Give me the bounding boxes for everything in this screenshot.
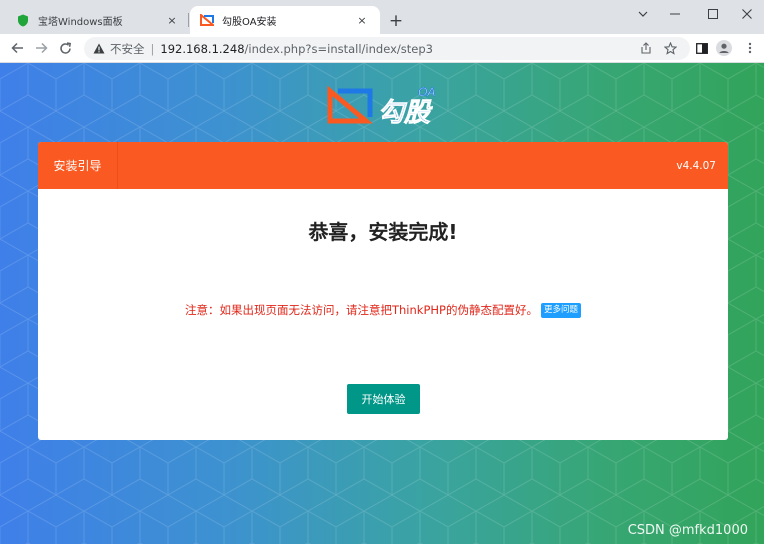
- close-window-icon[interactable]: [728, 0, 764, 28]
- gougu-logo: OA 勾股: [326, 83, 446, 128]
- warning-icon[interactable]: [92, 42, 106, 56]
- version-label: v4.4.07: [676, 159, 716, 172]
- new-tab-button[interactable]: +: [386, 11, 406, 31]
- more-questions-link[interactable]: 更多问题: [540, 302, 581, 318]
- start-experience-button[interactable]: 开始体验: [347, 384, 420, 414]
- more-menu-icon[interactable]: [740, 38, 760, 58]
- logo-badge: OA: [418, 85, 435, 99]
- address-divider: |: [150, 41, 155, 56]
- logo-name: 勾股: [378, 98, 433, 125]
- notice-row: 注意：如果出现页面无法访问，请注意把ThinkPHP的伪静态配置好。 更多问题: [38, 302, 728, 318]
- bookmark-star-icon[interactable]: [660, 38, 680, 58]
- back-arrow-icon[interactable]: [6, 37, 28, 59]
- tab-gougu-install[interactable]: 勾股OA安装 ×: [190, 6, 380, 34]
- csdn-watermark: CSDN @mfkd1000: [627, 523, 748, 538]
- success-title: 恭喜，安装完成!: [308, 220, 458, 244]
- gougu-logo-icon: [200, 13, 214, 27]
- tab-title: 宝塔Windows面板: [38, 16, 123, 28]
- card-header: 安装引导 v4.4.07: [38, 142, 728, 189]
- pseudo-static-notice: 注意：如果出现页面无法访问，请注意把ThinkPHP的伪静态配置好。: [185, 303, 538, 317]
- maximize-icon[interactable]: [694, 0, 732, 28]
- side-panel-icon[interactable]: [692, 38, 712, 58]
- profile-avatar-icon[interactable]: [714, 38, 734, 58]
- close-tab-icon[interactable]: ×: [354, 12, 370, 28]
- browser-toolbar: 不安全 | 192.168.1.248 /index.php?s=install…: [0, 34, 764, 63]
- close-tab-icon[interactable]: ×: [164, 12, 180, 28]
- share-icon[interactable]: [636, 38, 656, 58]
- page-viewport: OA 勾股 安装引导 v4.4.07 恭喜，安装完成! 注意：如果出现页面无法访…: [0, 63, 764, 544]
- shield-icon: [16, 13, 30, 27]
- url-host: 192.168.1.248: [160, 41, 245, 56]
- address-bar[interactable]: 不安全 | 192.168.1.248 /index.php?s=install…: [84, 37, 690, 60]
- tab-title: 勾股OA安装: [222, 16, 277, 28]
- tab-bt-panel[interactable]: 宝塔Windows面板 ×: [6, 6, 190, 34]
- minimize-icon[interactable]: [656, 0, 694, 28]
- security-label: 不安全: [110, 41, 145, 56]
- install-guide-tab[interactable]: 安装引导: [38, 142, 118, 189]
- reload-icon[interactable]: [54, 37, 76, 59]
- forward-arrow-icon[interactable]: [30, 37, 52, 59]
- url-path: /index.php?s=install/index/step3: [244, 41, 433, 56]
- install-card: 安装引导 v4.4.07 恭喜，安装完成! 注意：如果出现页面无法访问，请注意把…: [38, 142, 728, 440]
- tab-strip: 宝塔Windows面板 × 勾股OA安装 × +: [0, 0, 764, 34]
- tab-divider: [188, 13, 189, 27]
